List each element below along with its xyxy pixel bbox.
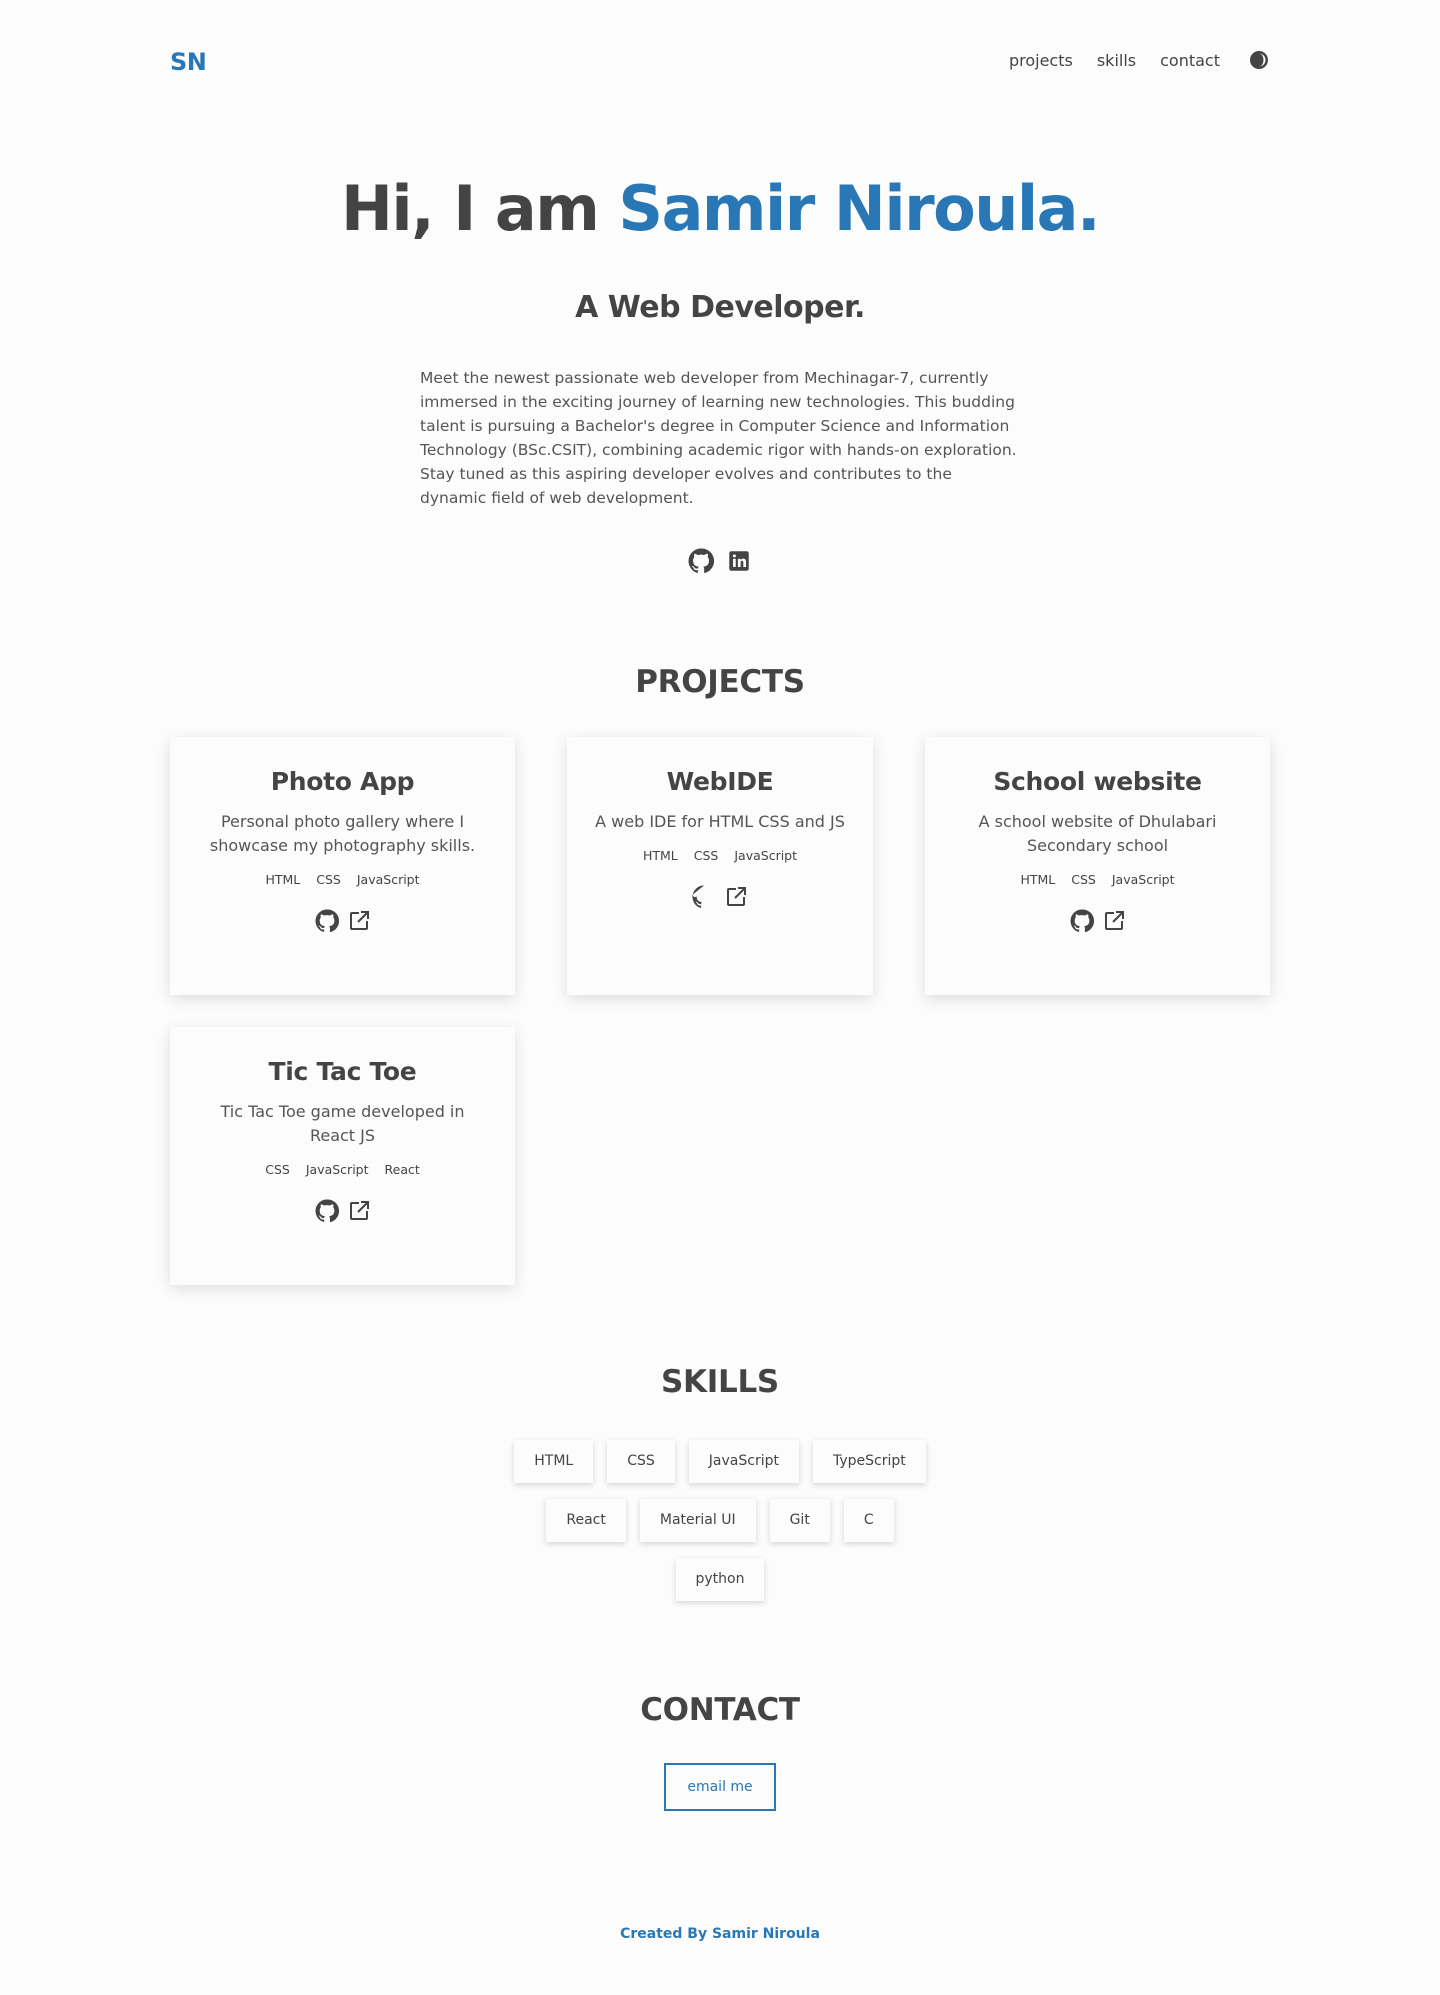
- tag: HTML: [265, 872, 301, 887]
- nav-projects[interactable]: projects: [1009, 51, 1073, 70]
- hero-greeting: Hi, I am: [340, 172, 619, 245]
- skill-chip: JavaScript: [688, 1440, 799, 1483]
- tag: HTML: [642, 848, 678, 863]
- skill-chip: Material UI: [639, 1499, 756, 1542]
- project-description: Personal photo gallery where I showcase …: [209, 812, 476, 855]
- email-me-button[interactable]: email me: [664, 1763, 776, 1811]
- project-card-tic-tac-toe: Tic Tac Toe Tic Tac Toe game developed i…: [170, 1027, 515, 1285]
- logo[interactable]: SN: [170, 48, 207, 76]
- project-links: [567, 885, 873, 909]
- tag: CSS: [693, 848, 719, 863]
- skill-chip: C: [843, 1499, 894, 1542]
- header: SN projects skills contact: [0, 0, 1440, 128]
- skills-row: python: [675, 1558, 765, 1601]
- skill-chip: React: [546, 1499, 626, 1542]
- github-icon[interactable]: [688, 548, 715, 574]
- project-tags: HTML CSS JavaScript: [567, 848, 873, 863]
- project-title: School website: [993, 767, 1202, 796]
- project-links: [170, 909, 515, 933]
- project-description: A web IDE for HTML CSS and JS: [595, 812, 845, 831]
- social-links: [0, 548, 1440, 574]
- skill-chip: CSS: [607, 1440, 675, 1483]
- tag: CSS: [316, 872, 341, 887]
- tag: React: [384, 1162, 420, 1177]
- contact-title: CONTACT: [640, 1692, 800, 1728]
- nav-contact[interactable]: contact: [1160, 51, 1220, 70]
- skills-title: SKILLS: [661, 1364, 779, 1400]
- project-title: Tic Tac Toe: [268, 1057, 417, 1086]
- hero-title: Hi, I am Samir Niroula.: [0, 172, 1440, 245]
- project-card-webide: WebIDE A web IDE for HTML CSS and JS HTM…: [567, 737, 873, 995]
- projects-title: PROJECTS: [635, 664, 805, 700]
- external-link-icon[interactable]: [347, 1199, 371, 1223]
- project-links: [925, 909, 1270, 933]
- tag: CSS: [1071, 872, 1096, 887]
- skills-row: HTML CSS JavaScript TypeScript: [514, 1440, 926, 1483]
- external-link-icon[interactable]: [347, 909, 371, 933]
- project-description: A school website of Dhulabari Secondary …: [978, 812, 1217, 855]
- skill-chip: HTML: [514, 1440, 594, 1483]
- moon-icon[interactable]: [1250, 50, 1270, 70]
- project-links: [170, 1199, 515, 1223]
- external-link-icon[interactable]: [1102, 909, 1126, 933]
- nav: projects skills contact: [985, 50, 1270, 70]
- nav-skills[interactable]: skills: [1097, 51, 1136, 70]
- hero-name: Samir Niroula.: [618, 172, 1100, 245]
- project-title: WebIDE: [666, 767, 774, 796]
- tag: HTML: [1020, 872, 1056, 887]
- tag: JavaScript: [1111, 872, 1175, 887]
- skills-row: React Material UI Git C: [546, 1499, 894, 1542]
- skill-chip: python: [675, 1558, 765, 1601]
- tag: JavaScript: [305, 1162, 369, 1177]
- tag: JavaScript: [356, 872, 420, 887]
- project-title: Photo App: [270, 767, 415, 796]
- tag: JavaScript: [734, 848, 798, 863]
- project-card-school-website: School website A school website of Dhula…: [925, 737, 1270, 995]
- skills-list: HTML CSS JavaScript TypeScript React Mat…: [0, 1440, 1440, 1601]
- github-icon[interactable]: [690, 885, 716, 909]
- project-description: Tic Tac Toe game developed in React JS: [220, 1102, 465, 1145]
- footer-credit: Created By Samir Niroula: [620, 1926, 820, 1942]
- project-tags: CSS JavaScript React: [170, 1162, 515, 1177]
- github-icon[interactable]: [1069, 909, 1094, 933]
- project-card-photo-app: Photo App Personal photo gallery where I…: [170, 737, 515, 995]
- hero-role: A Web Developer.: [575, 290, 865, 325]
- skill-chip: TypeScript: [812, 1440, 926, 1483]
- tag: CSS: [265, 1162, 290, 1177]
- external-link-icon[interactable]: [724, 885, 748, 909]
- skill-chip: Git: [769, 1499, 830, 1542]
- project-tags: HTML CSS JavaScript: [170, 872, 515, 887]
- hero-description: Meet the newest passionate web developer…: [420, 369, 1017, 507]
- project-tags: HTML CSS JavaScript: [925, 872, 1270, 887]
- linkedin-icon[interactable]: [726, 548, 752, 574]
- github-icon[interactable]: [314, 1199, 339, 1223]
- github-icon[interactable]: [314, 909, 339, 933]
